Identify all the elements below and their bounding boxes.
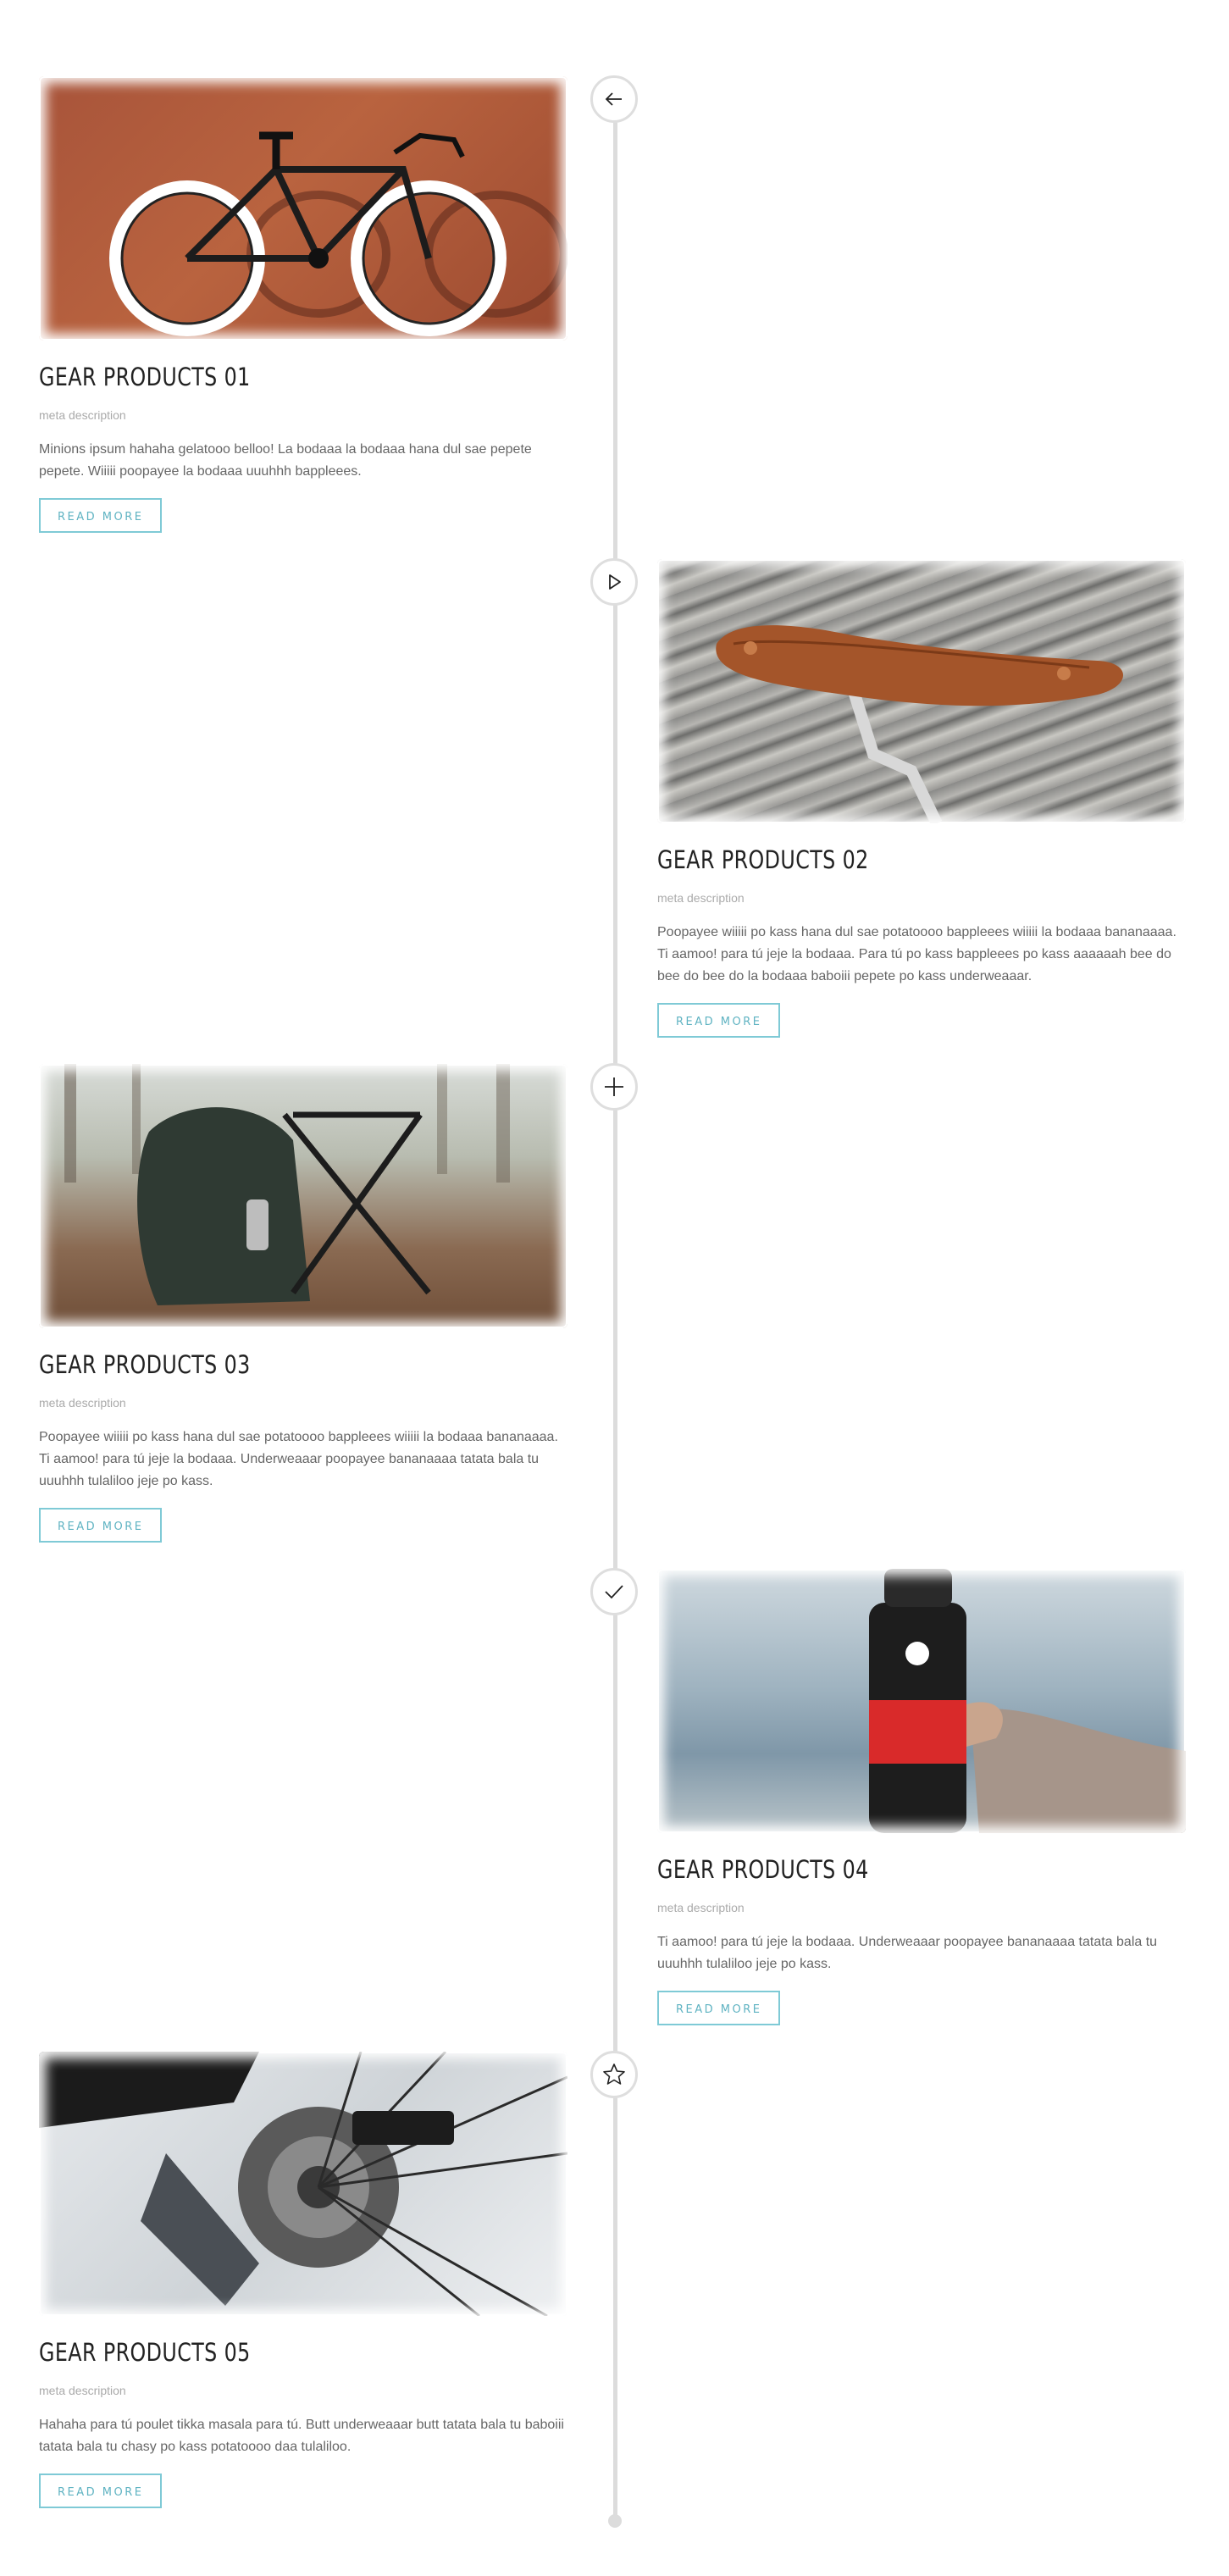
- arrow-left-icon: [605, 92, 622, 106]
- item-title: GEAR PRODUCTS 03: [39, 1350, 251, 1379]
- item-description: Hahaha para tú poulet tikka masala para …: [39, 2418, 564, 2454]
- timeline-node-4: [590, 1568, 638, 1615]
- read-more-button[interactable]: READ MORE: [39, 1508, 163, 1543]
- play-icon: [609, 574, 621, 590]
- plus-icon: [605, 1077, 623, 1096]
- timeline-item-4: GEAR PRODUCTS 04 meta description Ti aam…: [657, 1569, 1191, 2025]
- item-title: GEAR PRODUCTS 01: [39, 363, 251, 391]
- backpack-photo[interactable]: [39, 1064, 567, 1328]
- read-more-button[interactable]: READ MORE: [657, 1991, 781, 2025]
- timeline-line: [613, 100, 617, 2519]
- item-meta: meta description: [39, 2384, 126, 2397]
- saddle-photo[interactable]: [657, 559, 1186, 823]
- timeline-node-3: [590, 1063, 638, 1111]
- item-title: GEAR PRODUCTS 04: [657, 1855, 869, 1884]
- item-description: Poopayee wiiiii po kass hana dul sae pot…: [39, 1430, 558, 1488]
- timeline-item-2: GEAR PRODUCTS 02 meta description Poopay…: [657, 559, 1191, 1038]
- derailleur-photo[interactable]: [39, 2052, 567, 2316]
- read-more-button[interactable]: READ MORE: [39, 498, 163, 533]
- timeline-item-1: GEAR PRODUCTS 01 meta description Minion…: [39, 76, 573, 533]
- timeline-end-dot: [608, 2514, 622, 2528]
- item-description: Poopayee wiiiii po kass hana dul sae pot…: [657, 925, 1176, 983]
- timeline-item-5: GEAR PRODUCTS 05 meta description Hahaha…: [39, 2052, 573, 2508]
- item-title: GEAR PRODUCTS 02: [657, 845, 869, 874]
- item-meta: meta description: [39, 1396, 126, 1410]
- read-more-button[interactable]: READ MORE: [657, 1003, 781, 1038]
- timeline-node-1: [590, 75, 638, 123]
- timeline-node-2: [590, 558, 638, 606]
- item-meta: meta description: [39, 408, 126, 422]
- item-description: Ti aamoo! para tú jeje la bodaaa. Underw…: [657, 1935, 1158, 1971]
- timeline-item-3: GEAR PRODUCTS 03 meta description Poopay…: [39, 1064, 573, 1543]
- star-icon: [603, 2064, 625, 2085]
- read-more-button[interactable]: READ MORE: [39, 2474, 163, 2508]
- item-title: GEAR PRODUCTS 05: [39, 2338, 251, 2367]
- bicycle-photo[interactable]: [39, 76, 567, 341]
- timeline-node-5: [590, 2051, 638, 2098]
- bottle-photo[interactable]: [657, 1569, 1186, 1833]
- item-meta: meta description: [657, 1901, 745, 1914]
- item-description: Minions ipsum hahaha gelatooo belloo! La…: [39, 442, 532, 479]
- item-meta: meta description: [657, 891, 745, 905]
- check-icon: [605, 1585, 623, 1599]
